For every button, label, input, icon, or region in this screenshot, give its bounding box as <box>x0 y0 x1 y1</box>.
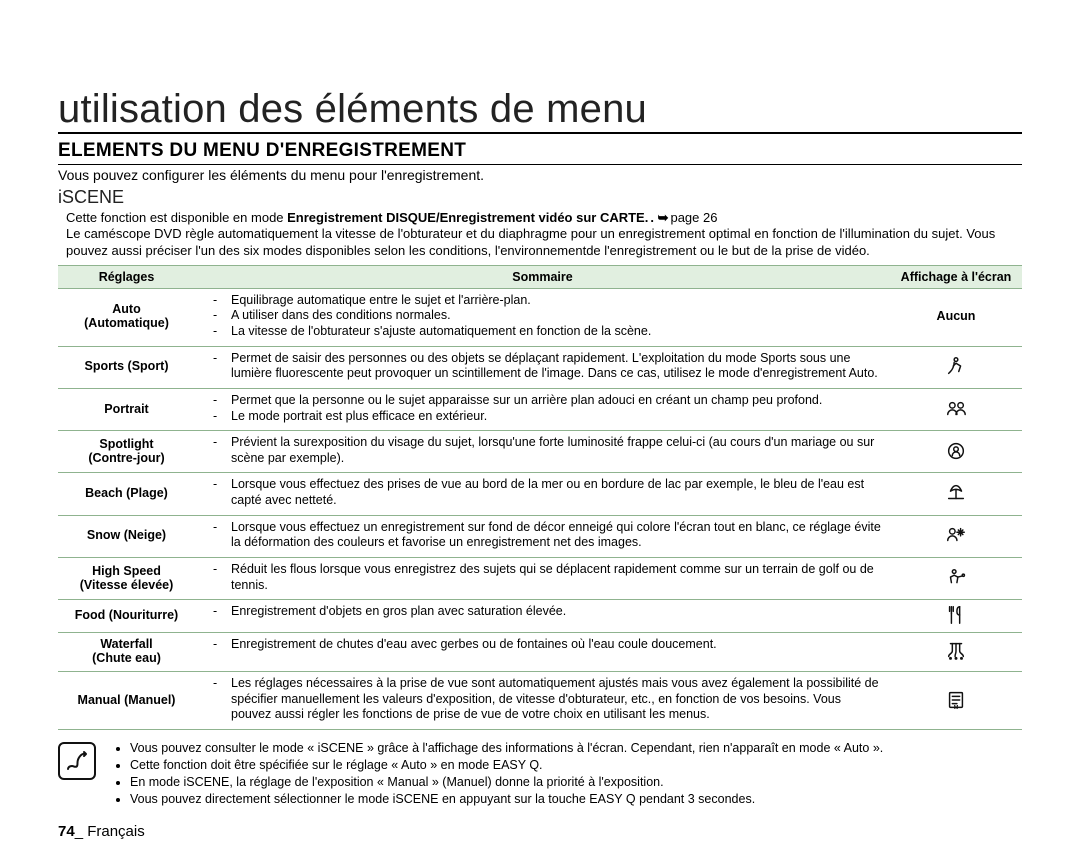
cell-affichage <box>890 473 1022 515</box>
sommaire-item: Les réglages nécessaires à la prise de v… <box>201 676 884 723</box>
intro-text: Vous pouvez configurer les éléments du m… <box>58 167 1022 183</box>
table-row: Auto(Automatique) Equilibrage automatique… <box>58 288 1022 346</box>
footer-sep: _ <box>75 823 88 840</box>
sports-icon <box>896 355 1016 377</box>
cell-sommaire: Equilibrage automatique entre le sujet e… <box>195 288 890 346</box>
table-row: Waterfall(Chute eau) Enregistrement de ch… <box>58 633 1022 672</box>
sommaire-item: Permet de saisir des personnes ou des ob… <box>201 351 884 382</box>
table-row: Portrait Permet que la personne ou le suj… <box>58 388 1022 430</box>
cell-affichage <box>890 557 1022 599</box>
note-icon <box>58 742 96 780</box>
table-row: Beach (Plage)Lorsque vous effectuez des … <box>58 473 1022 515</box>
arrow-icon: . ➥ <box>648 210 670 226</box>
cell-affichage <box>890 431 1022 473</box>
note-item: En mode iSCENE, la réglage de l'expositi… <box>130 774 883 791</box>
sommaire-item: Enregistrement d'objets en gros plan ave… <box>201 604 884 620</box>
cell-reglage: Auto(Automatique) <box>58 288 195 346</box>
waterfall-icon <box>896 640 1016 662</box>
availability-mode: Enregistrement DISQUE/Enregistrement vid… <box>287 210 648 225</box>
cell-reglage: Portrait <box>58 388 195 430</box>
cell-reglage: Snow (Neige) <box>58 515 195 557</box>
note-item: Cette fonction doit être spécifiée sur l… <box>130 757 883 774</box>
cell-affichage: Aucun <box>890 288 1022 346</box>
notes-list: Vous pouvez consulter le mode « iSCENE »… <box>112 740 883 808</box>
note-block: Vous pouvez consulter le mode « iSCENE »… <box>58 740 1022 808</box>
cell-affichage <box>890 388 1022 430</box>
th-affichage: Affichage à l'écran <box>890 265 1022 288</box>
cell-affichage <box>890 346 1022 388</box>
spotlight-icon <box>896 440 1016 462</box>
cell-sommaire: Lorsque vous effectuez un enregistrement… <box>195 515 890 557</box>
th-reglages: Réglages <box>58 265 195 288</box>
table-row: Manual (Manuel)Les réglages nécessaires … <box>58 672 1022 730</box>
note-item: Vous pouvez directement sélectionner le … <box>130 791 883 808</box>
portrait-icon <box>896 398 1016 420</box>
cell-sommaire: Enregistrement d'objets en gros plan ave… <box>195 600 890 633</box>
sommaire-item: Lorsque vous effectuez un enregistrement… <box>201 520 884 551</box>
availability-line: Cette fonction est disponible en mode En… <box>58 210 1022 226</box>
cell-reglage: Manual (Manuel) <box>58 672 195 730</box>
cell-reglage: Waterfall(Chute eau) <box>58 633 195 672</box>
table-row: High Speed(Vitesse élevée)Réduit les flo… <box>58 557 1022 599</box>
cell-sommaire: Permet que la personne ou le sujet appar… <box>195 388 890 430</box>
note-item: Vous pouvez consulter le mode « iSCENE »… <box>130 740 883 757</box>
section-heading: ELEMENTS DU MENU D'ENREGISTREMENT <box>58 140 1022 165</box>
manual-page: utilisation des éléments de menu ELEMENT… <box>0 0 1080 866</box>
table-row: Sports (Sport)Permet de saisir des perso… <box>58 346 1022 388</box>
page-footer: 74_ Français <box>58 823 145 840</box>
sommaire-item: Le mode portrait est plus efficace en ex… <box>201 409 884 425</box>
cell-affichage <box>890 515 1022 557</box>
table-row: Food (Nouriturre) Enregistrement d'objets… <box>58 600 1022 633</box>
sommaire-item: Enregistrement de chutes d'eau avec gerb… <box>201 637 884 653</box>
cell-affichage <box>890 633 1022 672</box>
sommaire-item: Lorsque vous effectuez des prises de vue… <box>201 477 884 508</box>
sommaire-item: Réduit les flous lorsque vous enregistre… <box>201 562 884 593</box>
cell-sommaire: Permet de saisir des personnes ou des ob… <box>195 346 890 388</box>
iscene-table: Réglages Sommaire Affichage à l'écran Au… <box>58 265 1022 730</box>
sommaire-item: La vitesse de l'obturateur s'ajuste auto… <box>201 324 884 340</box>
cell-reglage: Food (Nouriturre) <box>58 600 195 633</box>
cell-reglage: Beach (Plage) <box>58 473 195 515</box>
th-sommaire: Sommaire <box>195 265 890 288</box>
beach-icon <box>896 482 1016 504</box>
table-row: Spotlight(Contre-jour)Prévient la surexp… <box>58 431 1022 473</box>
food-icon <box>896 604 1016 626</box>
subsection-heading: iSCENE <box>58 187 1022 208</box>
description-text: Le caméscope DVD règle automatiquement l… <box>58 226 1022 259</box>
manual-icon: M <box>896 689 1016 711</box>
page-title: utilisation des éléments de menu <box>58 88 1022 134</box>
cell-sommaire: Les réglages nécessaires à la prise de v… <box>195 672 890 730</box>
table-row: Snow (Neige)Lorsque vous effectuez un en… <box>58 515 1022 557</box>
cell-sommaire: Lorsque vous effectuez des prises de vue… <box>195 473 890 515</box>
cell-sommaire: Enregistrement de chutes d'eau avec gerb… <box>195 633 890 672</box>
availability-page-ref: page 26 <box>670 210 717 225</box>
snow-icon <box>896 524 1016 546</box>
cell-affichage: M <box>890 672 1022 730</box>
cell-reglage: Spotlight(Contre-jour) <box>58 431 195 473</box>
sommaire-item: Prévient la surexposition du visage du s… <box>201 435 884 466</box>
availability-prefix: Cette fonction est disponible en mode <box>66 210 287 225</box>
highspeed-icon <box>896 567 1016 589</box>
sommaire-item: A utiliser dans des conditions normales. <box>201 308 884 324</box>
footer-lang: Français <box>87 823 145 840</box>
sommaire-item: Permet que la personne ou le sujet appar… <box>201 393 884 409</box>
sommaire-item: Equilibrage automatique entre le sujet e… <box>201 293 884 309</box>
svg-text:M: M <box>954 705 959 711</box>
cell-reglage: High Speed(Vitesse élevée) <box>58 557 195 599</box>
cell-sommaire: Prévient la surexposition du visage du s… <box>195 431 890 473</box>
cell-sommaire: Réduit les flous lorsque vous enregistre… <box>195 557 890 599</box>
page-number: 74 <box>58 823 75 840</box>
cell-affichage <box>890 600 1022 633</box>
cell-reglage: Sports (Sport) <box>58 346 195 388</box>
